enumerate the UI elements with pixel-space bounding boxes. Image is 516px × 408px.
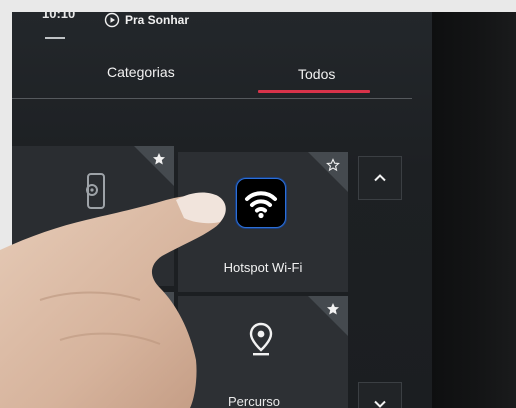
phone-gear-icon <box>86 173 105 209</box>
app-tile-label: Percurso <box>228 394 281 408</box>
wifi-icon <box>245 191 277 219</box>
screen-bezel <box>432 12 516 408</box>
location-pin-icon <box>249 322 273 356</box>
now-playing[interactable]: Pra Sonhar <box>104 12 189 28</box>
hotspot-icon-tile <box>236 178 286 228</box>
app-tile-route[interactable]: Percurso <box>178 296 348 408</box>
favorite-star-outline-icon[interactable] <box>152 298 166 312</box>
tab-categorias[interactable]: Categorias <box>107 64 175 80</box>
play-circle-icon <box>104 12 120 28</box>
scroll-up-button[interactable] <box>358 156 402 200</box>
tab-todos[interactable]: Todos <box>298 66 335 82</box>
device-frame: 10:10 Pra Sonhar Categorias Todos Gesti … <box>12 12 516 408</box>
now-playing-label: Pra Sonhar <box>125 13 190 27</box>
infotainment-screen: 10:10 Pra Sonhar Categorias Todos Gesti … <box>12 12 432 408</box>
clock-underline <box>45 37 65 39</box>
app-tile-hotspot[interactable]: Hotspot Wi-Fi <box>178 152 348 292</box>
clock: 10:10 <box>42 12 76 21</box>
scroll-down-button[interactable] <box>358 382 402 408</box>
app-tile[interactable] <box>12 292 174 408</box>
tab-divider <box>12 98 412 99</box>
favorite-star-icon[interactable] <box>152 152 166 166</box>
favorite-star-outline-icon[interactable] <box>326 158 340 172</box>
chevron-up-icon <box>374 174 386 182</box>
chevron-down-icon <box>374 400 386 408</box>
favorite-star-icon[interactable] <box>326 302 340 316</box>
app-tile-label: Hotspot Wi-Fi <box>223 260 303 275</box>
status-bar: 10:10 Pra Sonhar <box>12 12 432 52</box>
app-tile-gestures[interactable]: Gesti <box>12 146 174 286</box>
tab-bar: Categorias Todos <box>12 60 432 100</box>
active-tab-indicator <box>258 90 370 93</box>
app-tile-label: Gesti <box>50 242 81 257</box>
